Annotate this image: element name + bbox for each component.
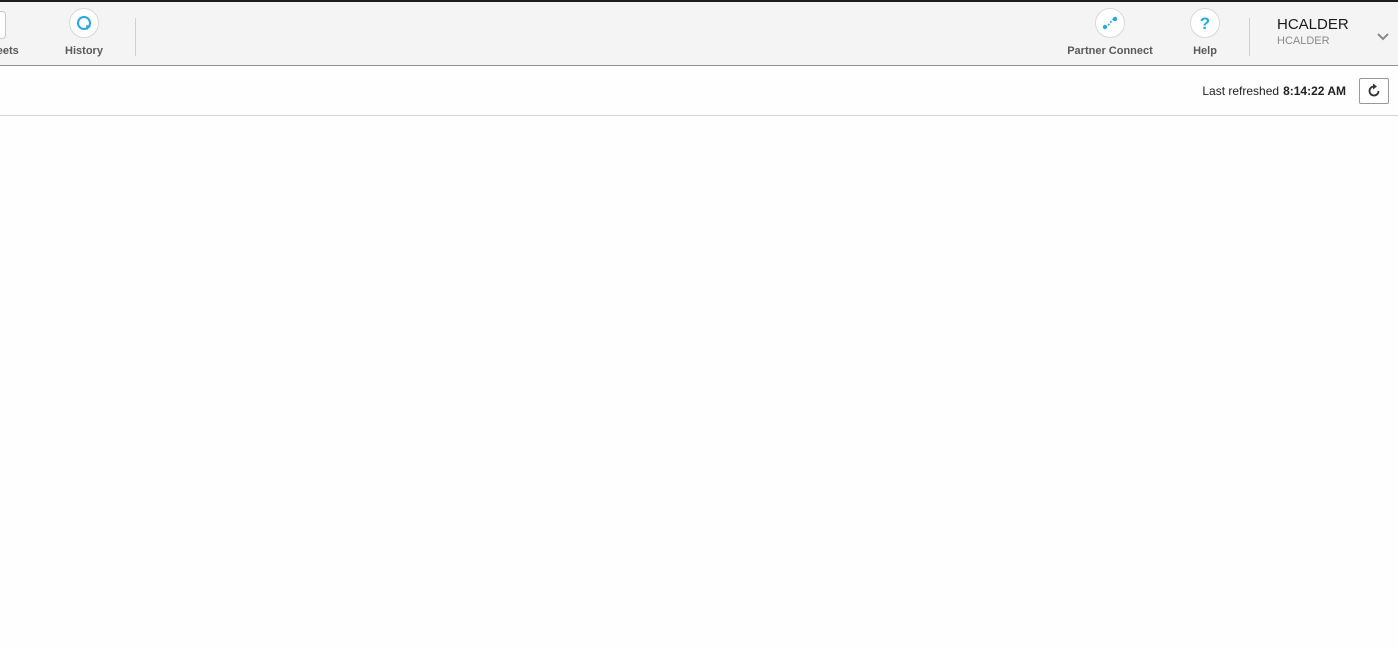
nav-partner-connect-label: Partner Connect	[1067, 45, 1153, 57]
refresh-toolbar: Last refreshed 8:14:22 AM	[0, 66, 1398, 116]
refresh-icon	[1368, 83, 1380, 97]
user-divider	[1249, 18, 1250, 56]
refresh-button[interactable]	[1359, 78, 1389, 104]
nav-help-label: Help	[1193, 45, 1217, 57]
svg-text:?: ?	[1200, 14, 1210, 32]
top-navigation-bar: heets History Partner Connect	[0, 2, 1398, 66]
user-role: HCALDER	[1277, 35, 1330, 47]
nav-worksheets-label: heets	[0, 45, 19, 57]
last-refreshed-label: Last refreshed	[1202, 84, 1280, 98]
last-refreshed-status: Last refreshed 8:14:22 AM	[1202, 84, 1346, 98]
nav-worksheets[interactable]: heets	[0, 2, 40, 65]
nav-history-label: History	[65, 45, 103, 57]
toolbar-divider	[135, 18, 136, 56]
app-window: heets History Partner Connect	[0, 0, 1398, 649]
main-content-area	[0, 116, 1398, 649]
chevron-down-icon[interactable]	[1376, 29, 1390, 47]
history-icon	[69, 8, 99, 38]
nav-partner-connect[interactable]: Partner Connect	[1064, 2, 1156, 65]
worksheets-icon	[0, 11, 6, 39]
help-icon: ?	[1190, 8, 1220, 38]
last-refreshed-time: 8:14:22 AM	[1283, 84, 1346, 98]
nav-help[interactable]: ? Help	[1187, 2, 1223, 65]
nav-history[interactable]: History	[62, 2, 106, 65]
user-name: HCALDER	[1277, 16, 1349, 33]
partner-connect-icon	[1095, 8, 1125, 38]
user-menu[interactable]: HCALDER HCALDER	[1277, 16, 1349, 48]
